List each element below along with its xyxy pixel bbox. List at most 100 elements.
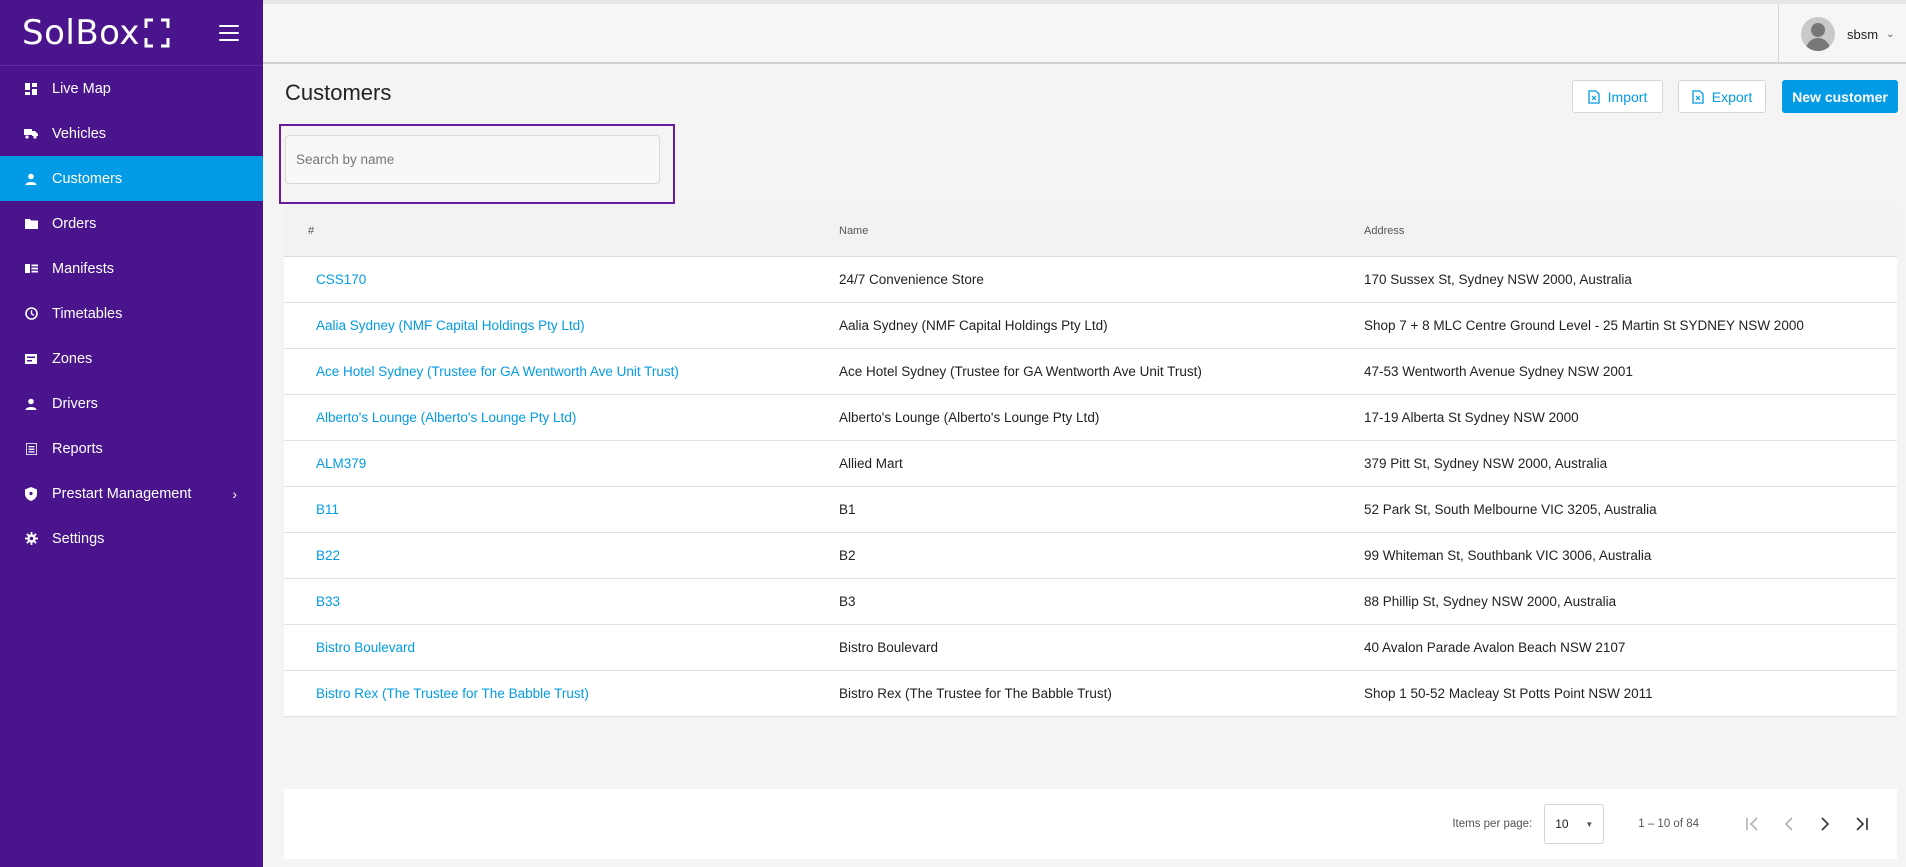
- table-row[interactable]: Bistro Rex (The Trustee for The Babble T…: [284, 670, 1897, 717]
- sidebar: SolBox Live Map Vehicles Customers Order…: [0, 0, 263, 867]
- table-row[interactable]: Aalia Sydney (NMF Capital Holdings Pty L…: [284, 302, 1897, 349]
- table-row[interactable]: Ace Hotel Sydney (Trustee for GA Wentwor…: [284, 348, 1897, 395]
- brand-name: SolBox: [22, 12, 141, 53]
- new-customer-button[interactable]: New customer: [1782, 80, 1898, 113]
- chevron-left-icon: [1784, 817, 1793, 831]
- customer-name: 24/7 Convenience Store: [839, 256, 1364, 303]
- customer-id-link[interactable]: Ace Hotel Sydney (Trustee for GA Wentwor…: [316, 364, 679, 379]
- table-row[interactable]: CSS170 24/7 Convenience Store 170 Sussex…: [284, 256, 1897, 303]
- clock-icon: [24, 307, 38, 321]
- customer-address: 47-53 Wentworth Avenue Sydney NSW 2001: [1364, 348, 1897, 395]
- items-per-page-select[interactable]: 10 ▼: [1544, 804, 1605, 844]
- customer-address: 17-19 Alberta St Sydney NSW 2000: [1364, 394, 1897, 441]
- customer-id-link[interactable]: Bistro Rex (The Trustee for The Babble T…: [316, 686, 589, 701]
- username: sbsm: [1847, 26, 1879, 42]
- sidebar-item-label: Drivers: [52, 395, 98, 412]
- customer-name: B3: [839, 578, 1364, 625]
- menu-toggle-icon[interactable]: [219, 24, 239, 41]
- customer-name: Bistro Boulevard: [839, 624, 1364, 671]
- chevron-right-icon: [1821, 817, 1830, 831]
- first-page-button[interactable]: [1735, 806, 1771, 842]
- table-row[interactable]: Alberto's Lounge (Alberto's Lounge Pty L…: [284, 394, 1897, 441]
- sidebar-item-label: Settings: [52, 530, 105, 547]
- sidebar-item-prestart-management[interactable]: Prestart Management ›: [0, 471, 263, 516]
- customer-name: B1: [839, 486, 1364, 533]
- file-import-icon: [1588, 89, 1600, 104]
- brand-bar: SolBox: [0, 0, 263, 66]
- customer-id-link[interactable]: CSS170: [316, 272, 366, 287]
- customer-id-link[interactable]: Bistro Boulevard: [316, 640, 415, 655]
- sidebar-item-manifests[interactable]: Manifests: [0, 246, 263, 291]
- sidebar-item-label: Orders: [52, 215, 97, 232]
- customer-id-link[interactable]: Aalia Sydney (NMF Capital Holdings Pty L…: [316, 318, 585, 333]
- top-bar: sbsm ⌄: [263, 0, 1906, 64]
- sidebar-item-label: Manifests: [52, 260, 115, 277]
- page-title: Customers: [285, 80, 392, 105]
- customer-address: 88 Phillip St, Sydney NSW 2000, Australi…: [1364, 578, 1897, 625]
- next-page-button[interactable]: [1807, 806, 1843, 842]
- sidebar-item-label: Customers: [52, 170, 123, 187]
- table-row[interactable]: Bistro Boulevard Bistro Boulevard 40 Ava…: [284, 624, 1897, 671]
- report-icon: [24, 442, 38, 456]
- table-row[interactable]: B33 B3 88 Phillip St, Sydney NSW 2000, A…: [284, 578, 1897, 625]
- chevron-down-icon: ⌄: [1886, 28, 1895, 40]
- search-input[interactable]: [285, 135, 660, 184]
- customer-address: 52 Park St, South Melbourne VIC 3205, Au…: [1364, 486, 1897, 533]
- sidebar-item-customers[interactable]: Customers: [0, 156, 263, 201]
- customer-id-link[interactable]: B22: [316, 548, 340, 563]
- sidebar-item-label: Reports: [52, 440, 103, 457]
- folder-icon: [24, 217, 38, 231]
- person-icon: [24, 397, 38, 411]
- export-label: Export: [1711, 88, 1753, 105]
- file-export-icon: [1692, 89, 1704, 104]
- manifest-icon: [24, 262, 38, 276]
- sidebar-item-label: Zones: [52, 350, 93, 367]
- sidebar-item-settings[interactable]: Settings: [0, 516, 263, 561]
- shield-icon: [24, 486, 38, 501]
- customer-id-link[interactable]: B33: [316, 594, 340, 609]
- sidebar-item-drivers[interactable]: Drivers: [0, 381, 263, 426]
- page-range-label: 1 – 10 of 84: [1638, 818, 1699, 830]
- paginator: Items per page: 10 ▼ 1 – 10 of 84: [284, 789, 1897, 859]
- items-per-page-value: 10: [1555, 817, 1569, 831]
- person-icon: [24, 172, 38, 186]
- column-header-id[interactable]: #: [284, 206, 839, 257]
- customer-address: 170 Sussex St, Sydney NSW 2000, Australi…: [1364, 256, 1897, 303]
- customer-name: Bistro Rex (The Trustee for The Babble T…: [839, 670, 1364, 717]
- sidebar-item-timetables[interactable]: Timetables: [0, 291, 263, 336]
- customer-address: 379 Pitt St, Sydney NSW 2000, Australia: [1364, 440, 1897, 487]
- truck-icon: [24, 127, 38, 141]
- user-menu[interactable]: sbsm ⌄: [1778, 4, 1906, 64]
- last-page-button[interactable]: [1843, 806, 1879, 842]
- customer-address: Shop 1 50-52 Macleay St Potts Point NSW …: [1364, 670, 1897, 717]
- sidebar-item-label: Vehicles: [52, 125, 107, 142]
- logo-frame-icon: [144, 18, 170, 47]
- customer-name: Aalia Sydney (NMF Capital Holdings Pty L…: [839, 302, 1364, 349]
- sidebar-item-live-map[interactable]: Live Map: [0, 66, 263, 111]
- table-row[interactable]: B22 B2 99 Whiteman St, Southbank VIC 300…: [284, 532, 1897, 579]
- solbox-logo[interactable]: SolBox: [22, 13, 170, 53]
- customer-id-link[interactable]: ALM379: [316, 456, 366, 471]
- sidebar-item-zones[interactable]: Zones: [0, 336, 263, 381]
- sidebar-item-orders[interactable]: Orders: [0, 201, 263, 246]
- sidebar-nav: Live Map Vehicles Customers Orders Manif…: [0, 66, 263, 561]
- column-header-name[interactable]: Name: [839, 206, 1364, 257]
- import-button[interactable]: Import: [1572, 80, 1663, 113]
- zones-icon: [24, 352, 38, 366]
- items-per-page-label: Items per page:: [1452, 818, 1533, 830]
- sidebar-item-reports[interactable]: Reports: [0, 426, 263, 471]
- customer-address: Shop 7 + 8 MLC Centre Ground Level - 25 …: [1364, 302, 1897, 349]
- sidebar-item-vehicles[interactable]: Vehicles: [0, 111, 263, 156]
- customer-name: Allied Mart: [839, 440, 1364, 487]
- customer-id-link[interactable]: Alberto's Lounge (Alberto's Lounge Pty L…: [316, 410, 576, 425]
- column-header-address[interactable]: Address: [1364, 206, 1897, 257]
- first-page-icon: [1746, 817, 1758, 831]
- customer-id-link[interactable]: B11: [316, 502, 339, 517]
- export-button[interactable]: Export: [1678, 80, 1766, 113]
- import-label: Import: [1607, 88, 1648, 105]
- last-page-icon: [1856, 817, 1868, 831]
- customer-name: B2: [839, 532, 1364, 579]
- table-row[interactable]: B11 B1 52 Park St, South Melbourne VIC 3…: [284, 486, 1897, 533]
- table-row[interactable]: ALM379 Allied Mart 379 Pitt St, Sydney N…: [284, 440, 1897, 487]
- previous-page-button[interactable]: [1771, 806, 1807, 842]
